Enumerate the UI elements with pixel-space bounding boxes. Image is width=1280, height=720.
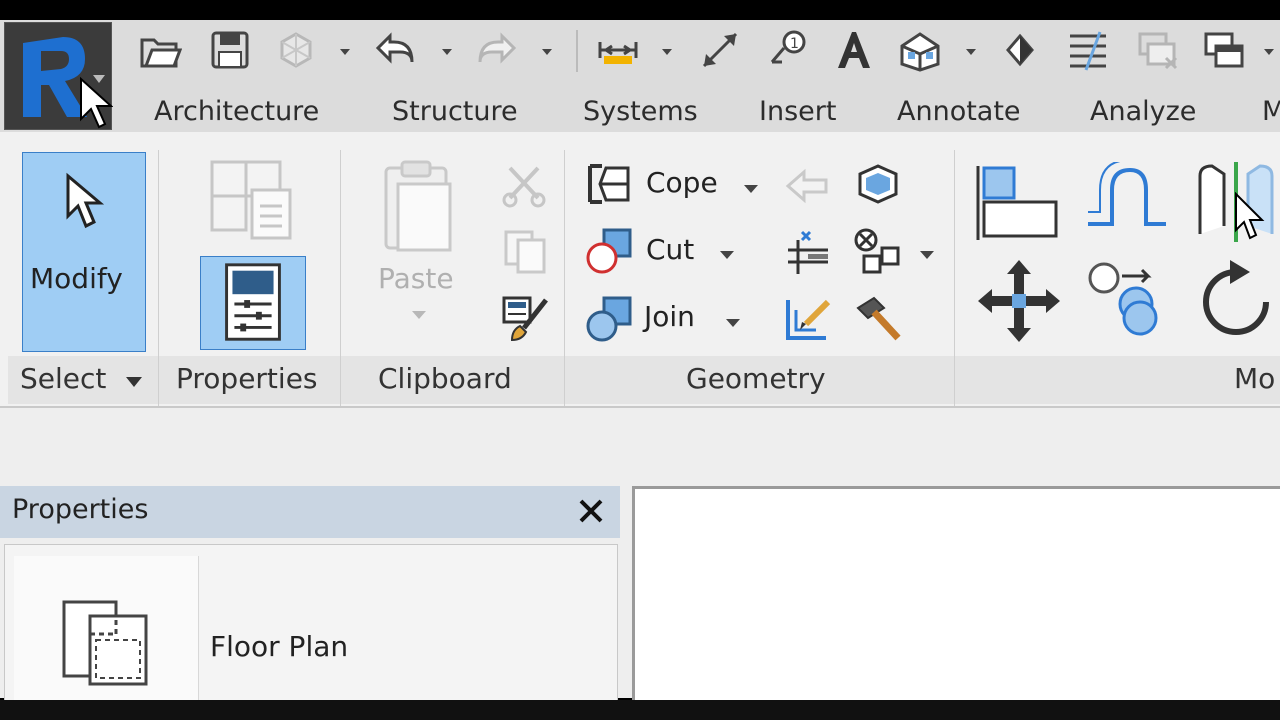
paste-icon[interactable] <box>380 158 458 254</box>
tag-by-category-icon[interactable]: 1 <box>766 28 810 72</box>
properties-panel-label: Properties <box>176 362 318 395</box>
paste-dropdown-icon[interactable] <box>410 306 428 319</box>
properties-button[interactable] <box>200 256 306 350</box>
revit-logo-icon <box>23 37 114 129</box>
cope-dropdown-icon[interactable] <box>742 180 760 193</box>
join-dropdown-icon[interactable] <box>724 314 742 327</box>
split-face-icon[interactable] <box>784 162 832 208</box>
paste-button-label[interactable]: Paste <box>378 262 454 295</box>
panel-separator <box>158 150 159 406</box>
panel-separator <box>340 150 341 406</box>
move-icon[interactable] <box>976 258 1062 344</box>
panel-separator <box>564 150 565 406</box>
text-icon[interactable] <box>832 28 876 72</box>
select-panel-label[interactable]: Select <box>20 362 106 395</box>
screen-bottom-edge <box>0 700 1280 720</box>
undo-dropdown-icon[interactable] <box>440 44 454 58</box>
tab-insert[interactable]: Insert <box>759 96 836 127</box>
modify-panel-label: Mo <box>1234 362 1276 395</box>
type-name-label: Floor Plan <box>210 630 349 663</box>
demolish-dropdown-icon[interactable] <box>918 246 936 259</box>
select-dropdown-icon[interactable] <box>124 374 144 388</box>
sync-dropdown-icon[interactable] <box>338 44 352 58</box>
tab-architecture[interactable]: Architecture <box>154 96 319 127</box>
aligned-dimension-icon[interactable] <box>698 28 742 72</box>
copy-element-icon[interactable] <box>1084 258 1170 342</box>
3d-view-dropdown-icon[interactable] <box>964 44 978 58</box>
panel-separator <box>954 150 955 406</box>
tab-analyze[interactable]: Analyze <box>1090 96 1196 127</box>
save-icon[interactable] <box>208 28 252 72</box>
hammer-icon[interactable] <box>854 294 902 344</box>
default-3d-view-icon[interactable] <box>898 28 942 72</box>
wall-joins-icon[interactable] <box>784 228 832 274</box>
rotate-icon[interactable] <box>1196 258 1280 344</box>
mouse-pointer-icon <box>1232 191 1268 242</box>
tab-systems[interactable]: Systems <box>583 96 698 127</box>
cut-dropdown-icon[interactable] <box>718 246 736 259</box>
demolish-icon[interactable] <box>852 226 906 276</box>
svg-text:1: 1 <box>790 36 799 52</box>
measure-icon[interactable] <box>596 28 640 72</box>
tab-massing[interactable]: M <box>1262 96 1280 127</box>
cope-icon[interactable] <box>584 160 634 208</box>
cope-button-label[interactable]: Cope <box>646 166 718 199</box>
paint-icon[interactable] <box>854 160 902 208</box>
join-button-label[interactable]: Join <box>644 300 695 333</box>
align-icon[interactable] <box>974 162 1060 244</box>
clipboard-panel-label: Clipboard <box>378 362 512 395</box>
arrow-cursor-icon <box>62 172 106 232</box>
measure-dropdown-icon[interactable] <box>660 44 674 58</box>
open-icon[interactable] <box>138 28 183 72</box>
application-button[interactable] <box>4 22 114 130</box>
match-type-properties-icon[interactable] <box>500 294 550 342</box>
cut-button-label[interactable]: Cut <box>646 233 694 266</box>
floor-plan-icon <box>60 598 156 690</box>
tab-annotate[interactable]: Annotate <box>897 96 1021 127</box>
cut-geometry-icon[interactable] <box>584 226 634 274</box>
properties-palette-title: Properties <box>12 494 149 525</box>
cut-to-clipboard-icon[interactable] <box>502 162 546 208</box>
offset-icon[interactable] <box>1084 159 1170 238</box>
sync-icon[interactable] <box>274 28 318 72</box>
thin-lines-icon[interactable] <box>1066 28 1110 72</box>
redo-dropdown-icon[interactable] <box>540 44 554 58</box>
close-icon[interactable] <box>576 496 606 526</box>
section-icon[interactable] <box>998 28 1042 72</box>
beam-column-joins-icon[interactable] <box>782 294 832 344</box>
drawing-area[interactable] <box>632 486 1280 706</box>
modify-button-label: Modify <box>30 262 123 295</box>
switch-windows-icon[interactable] <box>1202 28 1246 72</box>
tab-structure[interactable]: Structure <box>392 96 518 127</box>
undo-icon[interactable] <box>374 28 418 72</box>
join-geometry-icon[interactable] <box>584 294 634 342</box>
toolbar-separator <box>576 30 578 72</box>
switch-windows-dropdown-icon[interactable] <box>1262 44 1276 58</box>
redo-icon[interactable] <box>474 28 518 72</box>
copy-to-clipboard-icon[interactable] <box>502 228 548 274</box>
type-properties-icon[interactable] <box>206 156 296 242</box>
close-hidden-windows-icon[interactable] <box>1136 28 1180 72</box>
geometry-panel-label: Geometry <box>686 362 826 395</box>
properties-palette-icon <box>225 263 281 341</box>
